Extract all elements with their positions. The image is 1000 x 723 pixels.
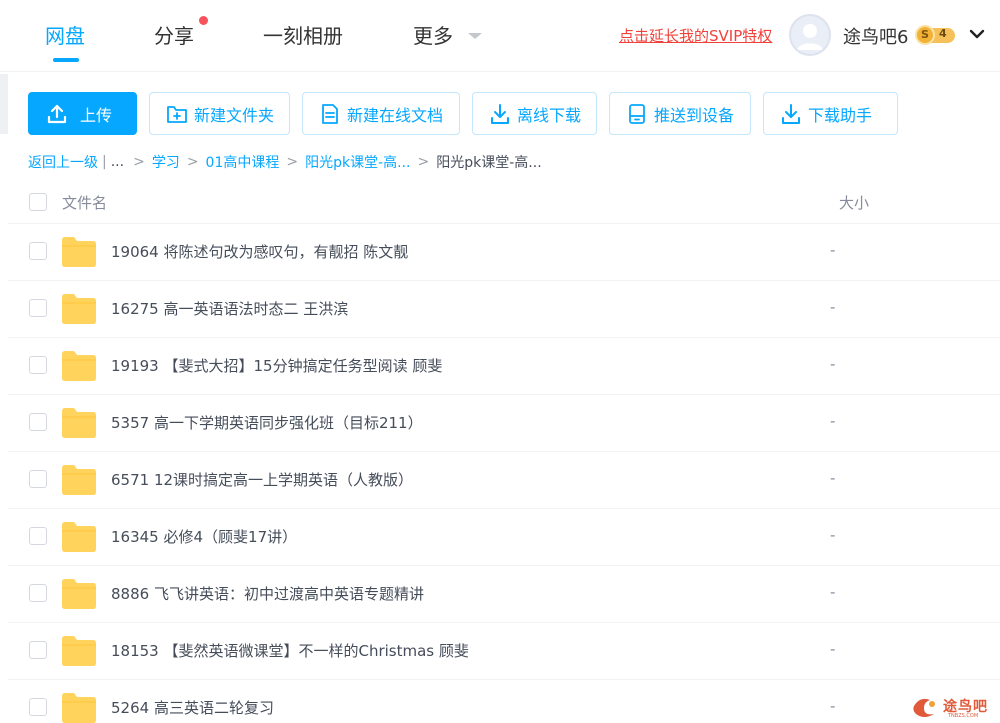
new-online-doc-button[interactable]: 新建在线文档 [302, 92, 460, 135]
table-row[interactable]: 18153 【斐然英语微课堂】不一样的Christmas 顾斐 - [8, 623, 1000, 680]
push-to-device-label: 推送到设备 [654, 105, 735, 125]
sidebar-edge [0, 74, 8, 134]
upload-button[interactable]: 上传 [28, 92, 137, 135]
active-tab-indicator [53, 58, 79, 62]
table-row[interactable]: 5357 高一下学期英语同步强化班（目标211） - [8, 395, 1000, 452]
file-name[interactable]: 16275 高一英语语法时态二 王洪滨 [111, 298, 348, 319]
download-helper-button[interactable]: 下载助手 [763, 92, 898, 135]
bird-logo-icon [913, 698, 935, 717]
folder-icon [62, 408, 96, 438]
username[interactable]: 途鸟吧6 [843, 23, 908, 49]
file-size: - [830, 583, 836, 601]
breadcrumb-ellipsis[interactable]: ... [111, 154, 124, 170]
table-row[interactable]: 8886 飞飞讲英语：初中过渡高中英语专题精讲 - [8, 566, 1000, 623]
file-name[interactable]: 16345 必修4（顾斐17讲） [111, 526, 297, 547]
file-size: - [830, 469, 836, 487]
file-name[interactable]: 5264 高三英语二轮复习 [111, 697, 274, 718]
chevron-down-icon[interactable] [969, 26, 985, 42]
table-row[interactable]: 19064 将陈述句改为感叹句，有靓招 陈文靓 - [8, 224, 1000, 281]
row-checkbox[interactable] [29, 356, 47, 374]
watermark-logo: 途鸟吧 TNBZS.COM [910, 692, 996, 720]
row-checkbox[interactable] [29, 470, 47, 488]
tab-album[interactable]: 一刻相册 [263, 20, 343, 49]
row-checkbox[interactable] [29, 242, 47, 260]
row-checkbox[interactable] [29, 698, 47, 716]
tab-share[interactable]: 分享 [154, 20, 194, 49]
table-row[interactable]: 16275 高一英语语法时态二 王洪滨 - [8, 281, 1000, 338]
file-size: - [830, 526, 836, 544]
row-checkbox[interactable] [29, 584, 47, 602]
upload-icon [47, 104, 67, 123]
breadcrumb-separator: > [286, 154, 299, 170]
offline-download-button[interactable]: 离线下载 [472, 92, 597, 135]
row-checkbox[interactable] [29, 527, 47, 545]
breadcrumb-divider: | [102, 154, 107, 170]
new-online-doc-label: 新建在线文档 [347, 105, 444, 125]
top-navigation: 网盘 分享 一刻相册 更多 点击延长我的SVIP特权 途鸟吧6 4 S [0, 0, 1000, 72]
tab-netdisk[interactable]: 网盘 [45, 20, 85, 49]
new-folder-label: 新建文件夹 [194, 105, 275, 125]
document-icon [322, 103, 338, 124]
new-folder-button[interactable]: 新建文件夹 [149, 92, 290, 135]
breadcrumb-separator: > [186, 154, 199, 170]
avatar[interactable] [789, 14, 831, 56]
vip-level: 4 [939, 27, 947, 40]
file-name[interactable]: 5357 高一下学期英语同步强化班（目标211） [111, 412, 423, 433]
notification-dot [199, 16, 208, 25]
file-size: - [830, 697, 836, 715]
svip-promo-link[interactable]: 点击延长我的SVIP特权 [619, 25, 772, 46]
file-table-header: 文件名 大小 [8, 180, 1000, 224]
push-to-device-button[interactable]: 推送到设备 [609, 92, 751, 135]
file-name[interactable]: 19193 【斐式大招】15分钟搞定任务型阅读 顾斐 [111, 355, 442, 376]
folder-icon [62, 351, 96, 381]
table-row[interactable]: 5264 高三英语二轮复习 - [8, 680, 1000, 723]
column-header-name[interactable]: 文件名 [62, 192, 107, 213]
file-name[interactable]: 19064 将陈述句改为感叹句，有靓招 陈文靓 [111, 241, 408, 262]
folder-icon [62, 636, 96, 666]
offline-download-label: 离线下载 [517, 105, 582, 125]
default-avatar-icon [797, 24, 823, 50]
table-row[interactable]: 19193 【斐式大招】15分钟搞定任务型阅读 顾斐 - [8, 338, 1000, 395]
select-all-checkbox[interactable] [29, 193, 47, 211]
folder-plus-icon [167, 105, 187, 123]
folder-icon [62, 465, 96, 495]
file-size: - [830, 298, 836, 316]
breadcrumb-item-highschool[interactable]: 01高中课程 [206, 152, 280, 172]
breadcrumb-separator: > [133, 154, 145, 170]
folder-icon [62, 294, 96, 324]
breadcrumb: 返回上一级 | ... > 学习 > 01高中课程 > 阳光pk课堂-高... … [28, 152, 542, 172]
table-row[interactable]: 6571 12课时搞定高一上学期英语（人教版） - [8, 452, 1000, 509]
file-size: - [830, 412, 836, 430]
download-icon [782, 103, 800, 124]
breadcrumb-item-study[interactable]: 学习 [152, 152, 180, 172]
row-checkbox[interactable] [29, 641, 47, 659]
download-helper-label: 下载助手 [808, 105, 873, 125]
breadcrumb-back-link[interactable]: 返回上一级 [28, 152, 98, 172]
upload-label: 上传 [80, 105, 113, 125]
file-name[interactable]: 18153 【斐然英语微课堂】不一样的Christmas 顾斐 [111, 640, 469, 661]
row-checkbox[interactable] [29, 299, 47, 317]
folder-icon [62, 579, 96, 609]
download-icon [491, 103, 509, 124]
breadcrumb-separator: > [417, 154, 430, 170]
file-size: - [830, 640, 836, 658]
column-header-size[interactable]: 大小 [839, 192, 869, 213]
file-name[interactable]: 6571 12课时搞定高一上学期英语（人教版） [111, 469, 413, 490]
folder-icon [62, 693, 96, 723]
table-row[interactable]: 16345 必修4（顾斐17讲） - [8, 509, 1000, 566]
vip-badge-letter: S [915, 25, 935, 45]
breadcrumb-item-yangguang[interactable]: 阳光pk课堂-高... [305, 152, 410, 172]
caret-down-icon[interactable] [468, 33, 482, 39]
file-size: - [830, 355, 836, 373]
tab-more[interactable]: 更多 [413, 20, 453, 49]
watermark-subtext: TNBZS.COM [948, 713, 979, 719]
device-icon [629, 103, 645, 124]
folder-icon [62, 522, 96, 552]
breadcrumb-current: 阳光pk课堂-高... [436, 155, 542, 171]
row-checkbox[interactable] [29, 413, 47, 431]
folder-icon [62, 237, 96, 267]
file-size: - [830, 241, 836, 259]
file-name[interactable]: 8886 飞飞讲英语：初中过渡高中英语专题精讲 [111, 583, 424, 604]
vip-badge: 4 S [915, 25, 955, 45]
